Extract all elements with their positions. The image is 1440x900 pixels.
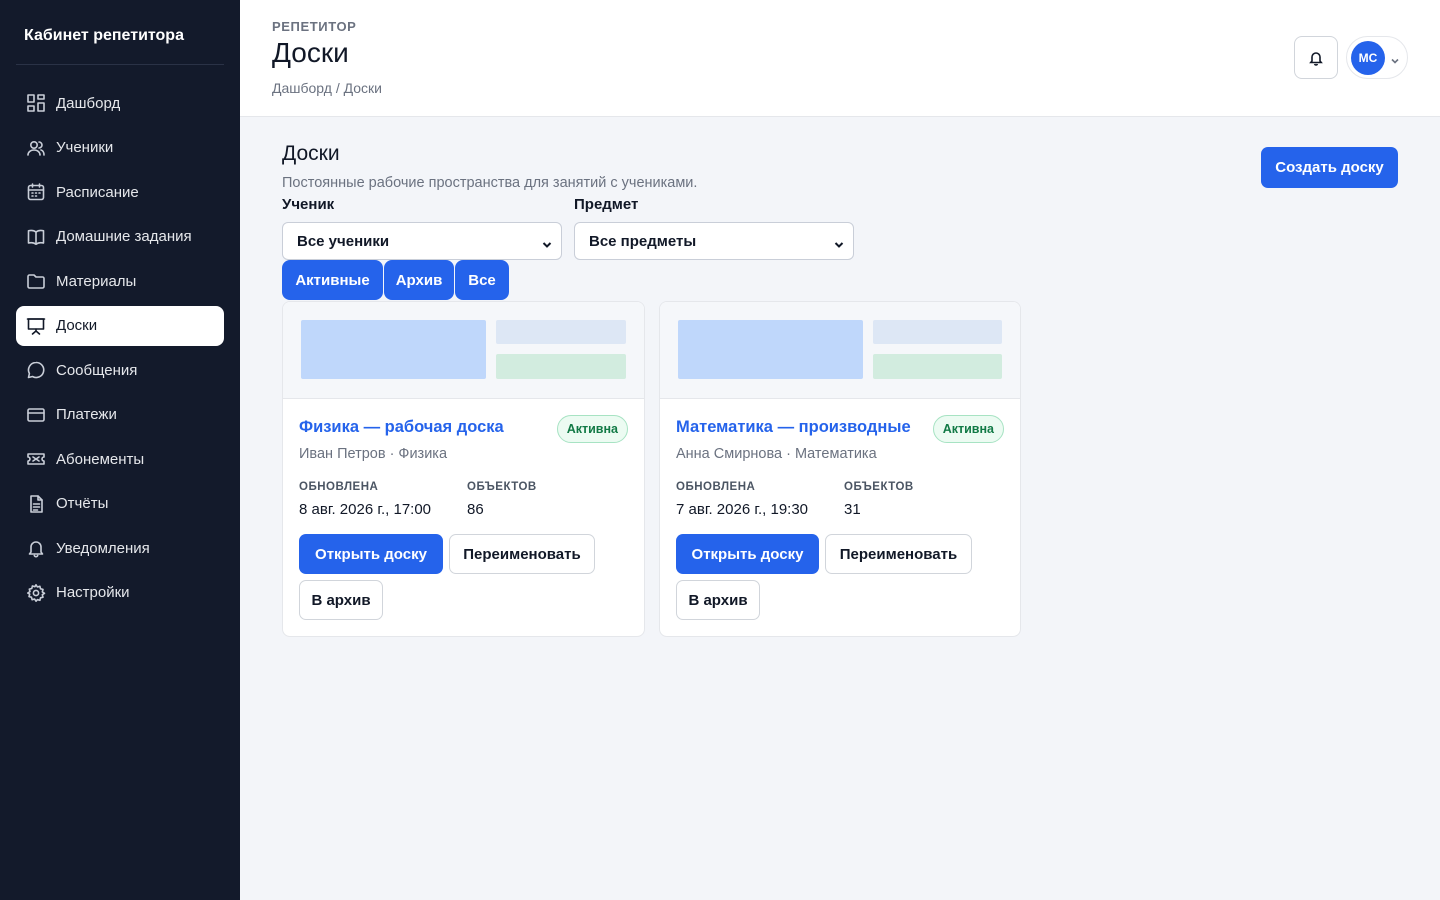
sidebar-item-boards[interactable]: Доски — [16, 305, 224, 346]
board-card: Математика — производные Активна Анна См… — [659, 301, 1021, 637]
preview-block — [496, 320, 626, 344]
preview-block — [678, 320, 863, 379]
preview-block — [301, 320, 486, 379]
board-title[interactable]: Математика — производные — [676, 418, 911, 437]
bell-icon — [1309, 51, 1323, 66]
objects-value: 31 — [844, 501, 861, 518]
sidebar: Кабинет репетитора Дашборд Ученики Распи… — [0, 0, 240, 900]
sidebar-item-label: Уведомления — [56, 539, 150, 557]
sidebar-item-messages[interactable]: Сообщения — [16, 350, 224, 390]
tab-active[interactable]: Активные — [282, 260, 383, 300]
report-icon — [26, 494, 46, 514]
sidebar-item-settings[interactable]: Настройки — [16, 573, 224, 613]
open-board-button[interactable]: Открыть доску — [676, 534, 819, 574]
sidebar-item-dashboard[interactable]: Дашборд — [16, 83, 224, 123]
subject-filter-label: Предмет — [574, 196, 639, 213]
sidebar-item-label: Сообщения — [56, 361, 138, 379]
breadcrumb[interactable]: Дашборд / Доски — [272, 80, 382, 96]
folder-icon — [26, 271, 46, 291]
brand-title: Кабинет репетитора — [24, 27, 184, 44]
tab-archive[interactable]: Архив — [384, 260, 454, 300]
board-preview[interactable] — [660, 302, 1020, 399]
sidebar-item-label: Домашние задания — [56, 228, 192, 245]
bell-icon — [26, 538, 46, 558]
sidebar-item-label: Расписание — [56, 183, 139, 201]
notifications-button[interactable] — [1294, 36, 1338, 79]
updated-label: ОБНОВЛЕНА — [299, 481, 379, 493]
sidebar-item-label: Материалы — [56, 272, 137, 290]
sidebar-item-label: Абонементы — [56, 450, 145, 468]
dashboard-icon — [26, 93, 46, 113]
page-eyebrow: РЕПЕТИТОР — [272, 19, 357, 34]
updated-label: ОБНОВЛЕНА — [676, 481, 756, 493]
sidebar-item-schedule[interactable]: Расписание — [16, 172, 224, 212]
student-select[interactable]: Все ученики — [282, 222, 562, 260]
users-icon — [26, 138, 46, 158]
rename-button[interactable]: Переименовать — [449, 534, 595, 574]
student-select-value: Все ученики — [297, 232, 390, 250]
preview-block — [873, 320, 1002, 344]
student-filter-label: Ученик — [282, 196, 335, 213]
sidebar-item-label: Настройки — [56, 584, 130, 601]
message-icon — [26, 360, 46, 380]
sidebar-item-label: Доски — [56, 317, 98, 334]
chevron-down-icon — [834, 237, 844, 248]
section-subtitle: Постоянные рабочие пространства для заня… — [282, 175, 698, 191]
sidebar-item-students[interactable]: Ученики — [16, 128, 224, 168]
open-board-button[interactable]: Открыть доску — [299, 534, 443, 574]
chevron-down-icon — [542, 237, 552, 248]
preview-block — [496, 354, 626, 379]
tab-all[interactable]: Все — [455, 260, 509, 300]
subject-select[interactable]: Все предметы — [574, 222, 854, 260]
sidebar-item-label: Платежи — [56, 406, 117, 423]
sidebar-item-label: Дашборд — [56, 94, 121, 112]
updated-value: 7 авг. 2026 г., 19:30 — [676, 501, 809, 518]
page-header: РЕПЕТИТОР Доски Дашборд / Доски МС — [240, 0, 1440, 117]
sidebar-item-reports[interactable]: Отчёты — [16, 484, 224, 524]
board-title[interactable]: Физика — рабочая доска — [299, 418, 504, 437]
user-menu-button[interactable]: МС — [1346, 36, 1408, 79]
create-board-button[interactable]: Создать доску — [1261, 147, 1398, 188]
sidebar-item-payments[interactable]: Платежи — [16, 395, 224, 435]
board-meta: Иван Петров · Физика — [299, 446, 448, 462]
board-meta: Анна Смирнова · Математика — [676, 446, 877, 462]
sidebar-item-subscriptions[interactable]: Абонементы — [16, 439, 224, 479]
presentation-icon — [26, 316, 46, 336]
updated-value: 8 авг. 2026 г., 17:00 — [299, 501, 432, 518]
archive-button[interactable]: В архив — [299, 580, 383, 620]
chevron-down-icon — [1390, 53, 1400, 64]
calendar-icon — [26, 182, 46, 202]
sidebar-nav: Дашборд Ученики Расписание Домашние зада… — [16, 83, 224, 617]
credit-card-icon — [26, 405, 46, 425]
objects-label: ОБЪЕКТОВ — [467, 481, 537, 493]
sidebar-item-materials[interactable]: Материалы — [16, 261, 224, 301]
divider — [16, 64, 224, 65]
page-title: Доски — [272, 37, 349, 68]
status-badge: Активна — [932, 415, 1004, 443]
objects-value: 86 — [467, 501, 484, 518]
avatar: МС — [1351, 40, 1385, 75]
archive-button[interactable]: В архив — [676, 580, 760, 620]
board-card: Физика — рабочая доска Активна Иван Петр… — [282, 301, 645, 637]
rename-button[interactable]: Переименовать — [825, 534, 972, 574]
sidebar-item-notifications[interactable]: Уведомления — [16, 528, 224, 568]
subject-select-value: Все предметы — [589, 232, 697, 250]
preview-block — [873, 354, 1002, 379]
book-icon — [26, 227, 46, 247]
ticket-icon — [26, 449, 46, 469]
sidebar-item-label: Ученики — [56, 139, 114, 156]
board-preview[interactable] — [283, 302, 644, 399]
status-badge: Активна — [556, 415, 628, 443]
gear-icon — [26, 583, 46, 603]
sidebar-item-homework[interactable]: Домашние задания — [16, 217, 224, 257]
sidebar-item-label: Отчёты — [56, 495, 109, 512]
objects-label: ОБЪЕКТОВ — [844, 481, 914, 493]
section-title: Доски — [282, 142, 340, 165]
